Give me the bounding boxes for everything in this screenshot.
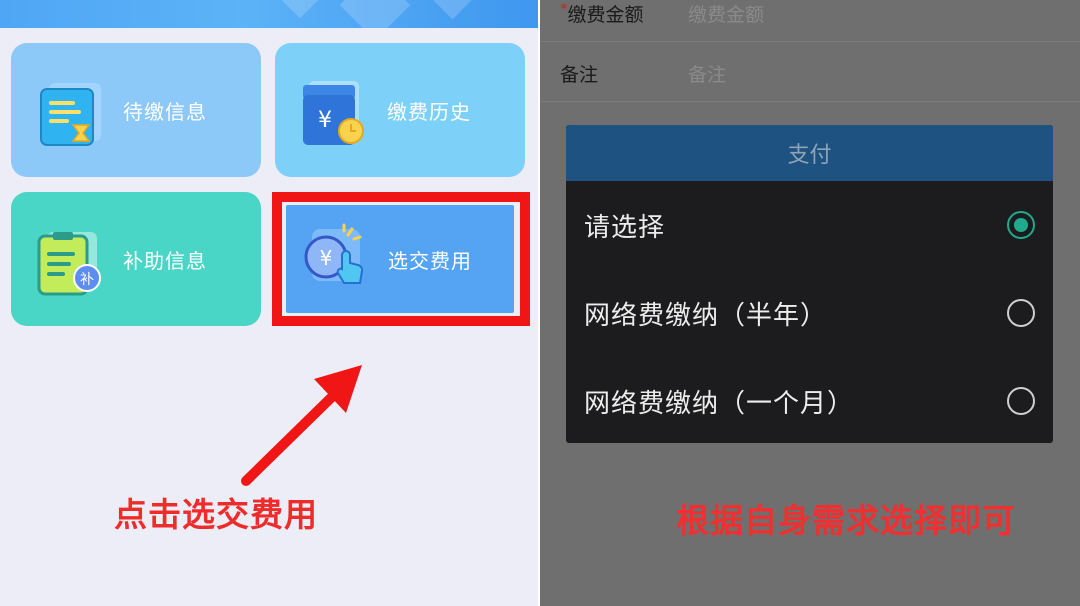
dialog-title: 支付 <box>566 125 1053 181</box>
option-label: 网络费缴纳（半年） <box>584 300 828 331</box>
payment-history-icon: ¥ <box>295 73 375 153</box>
radio-icon[interactable] <box>1007 299 1035 327</box>
svg-text:补: 补 <box>80 272 94 288</box>
option-label: 网络费缴纳（一个月） <box>584 388 855 419</box>
left-screenshot: 待缴信息 ¥ 缴费历史 补 补助信息 ¥ 选交费用 点击选交费用 <box>0 0 538 606</box>
note-input[interactable]: 备注 <box>688 60 726 87</box>
right-caption: 根据自身需求选择即可 <box>676 501 1016 540</box>
option-one-month[interactable]: 网络费缴纳（一个月） <box>566 357 1053 443</box>
subsidy-doc-icon: 补 <box>31 222 111 302</box>
highlight-frame <box>272 192 530 326</box>
option-please-select[interactable]: 请选择 <box>566 181 1053 269</box>
note-row: 备注 备注 <box>540 46 1080 102</box>
amount-input[interactable]: 缴费金额 <box>688 0 764 27</box>
radio-selected-icon[interactable] <box>1007 211 1035 239</box>
note-label: 备注 <box>560 64 599 86</box>
header-banner <box>0 0 538 28</box>
left-caption: 点击选交费用 <box>114 495 318 534</box>
amount-label: *缴费金额 <box>560 0 644 26</box>
tile-label: 待缴信息 <box>123 99 207 124</box>
tile-pending-info[interactable]: 待缴信息 <box>11 43 261 177</box>
right-screenshot: *缴费金额 缴费金额 备注 备注 支付 请选择 网络费缴纳（半年） 网络费缴纳（… <box>540 0 1080 606</box>
amount-row: *缴费金额 缴费金额 <box>540 0 1080 42</box>
tile-label: 缴费历史 <box>387 99 471 124</box>
radio-icon[interactable] <box>1007 387 1035 415</box>
tile-label: 补助信息 <box>123 248 207 273</box>
red-arrow-icon <box>241 365 362 486</box>
pending-invoice-icon <box>31 73 111 153</box>
tile-subsidy-info[interactable]: 补 补助信息 <box>11 192 261 326</box>
option-label: 请选择 <box>584 212 666 243</box>
payment-dialog: 支付 请选择 网络费缴纳（半年） 网络费缴纳（一个月） <box>566 125 1053 443</box>
option-half-year[interactable]: 网络费缴纳（半年） <box>566 269 1053 357</box>
tile-payment-history[interactable]: ¥ 缴费历史 <box>275 43 525 177</box>
svg-text:¥: ¥ <box>318 108 332 133</box>
